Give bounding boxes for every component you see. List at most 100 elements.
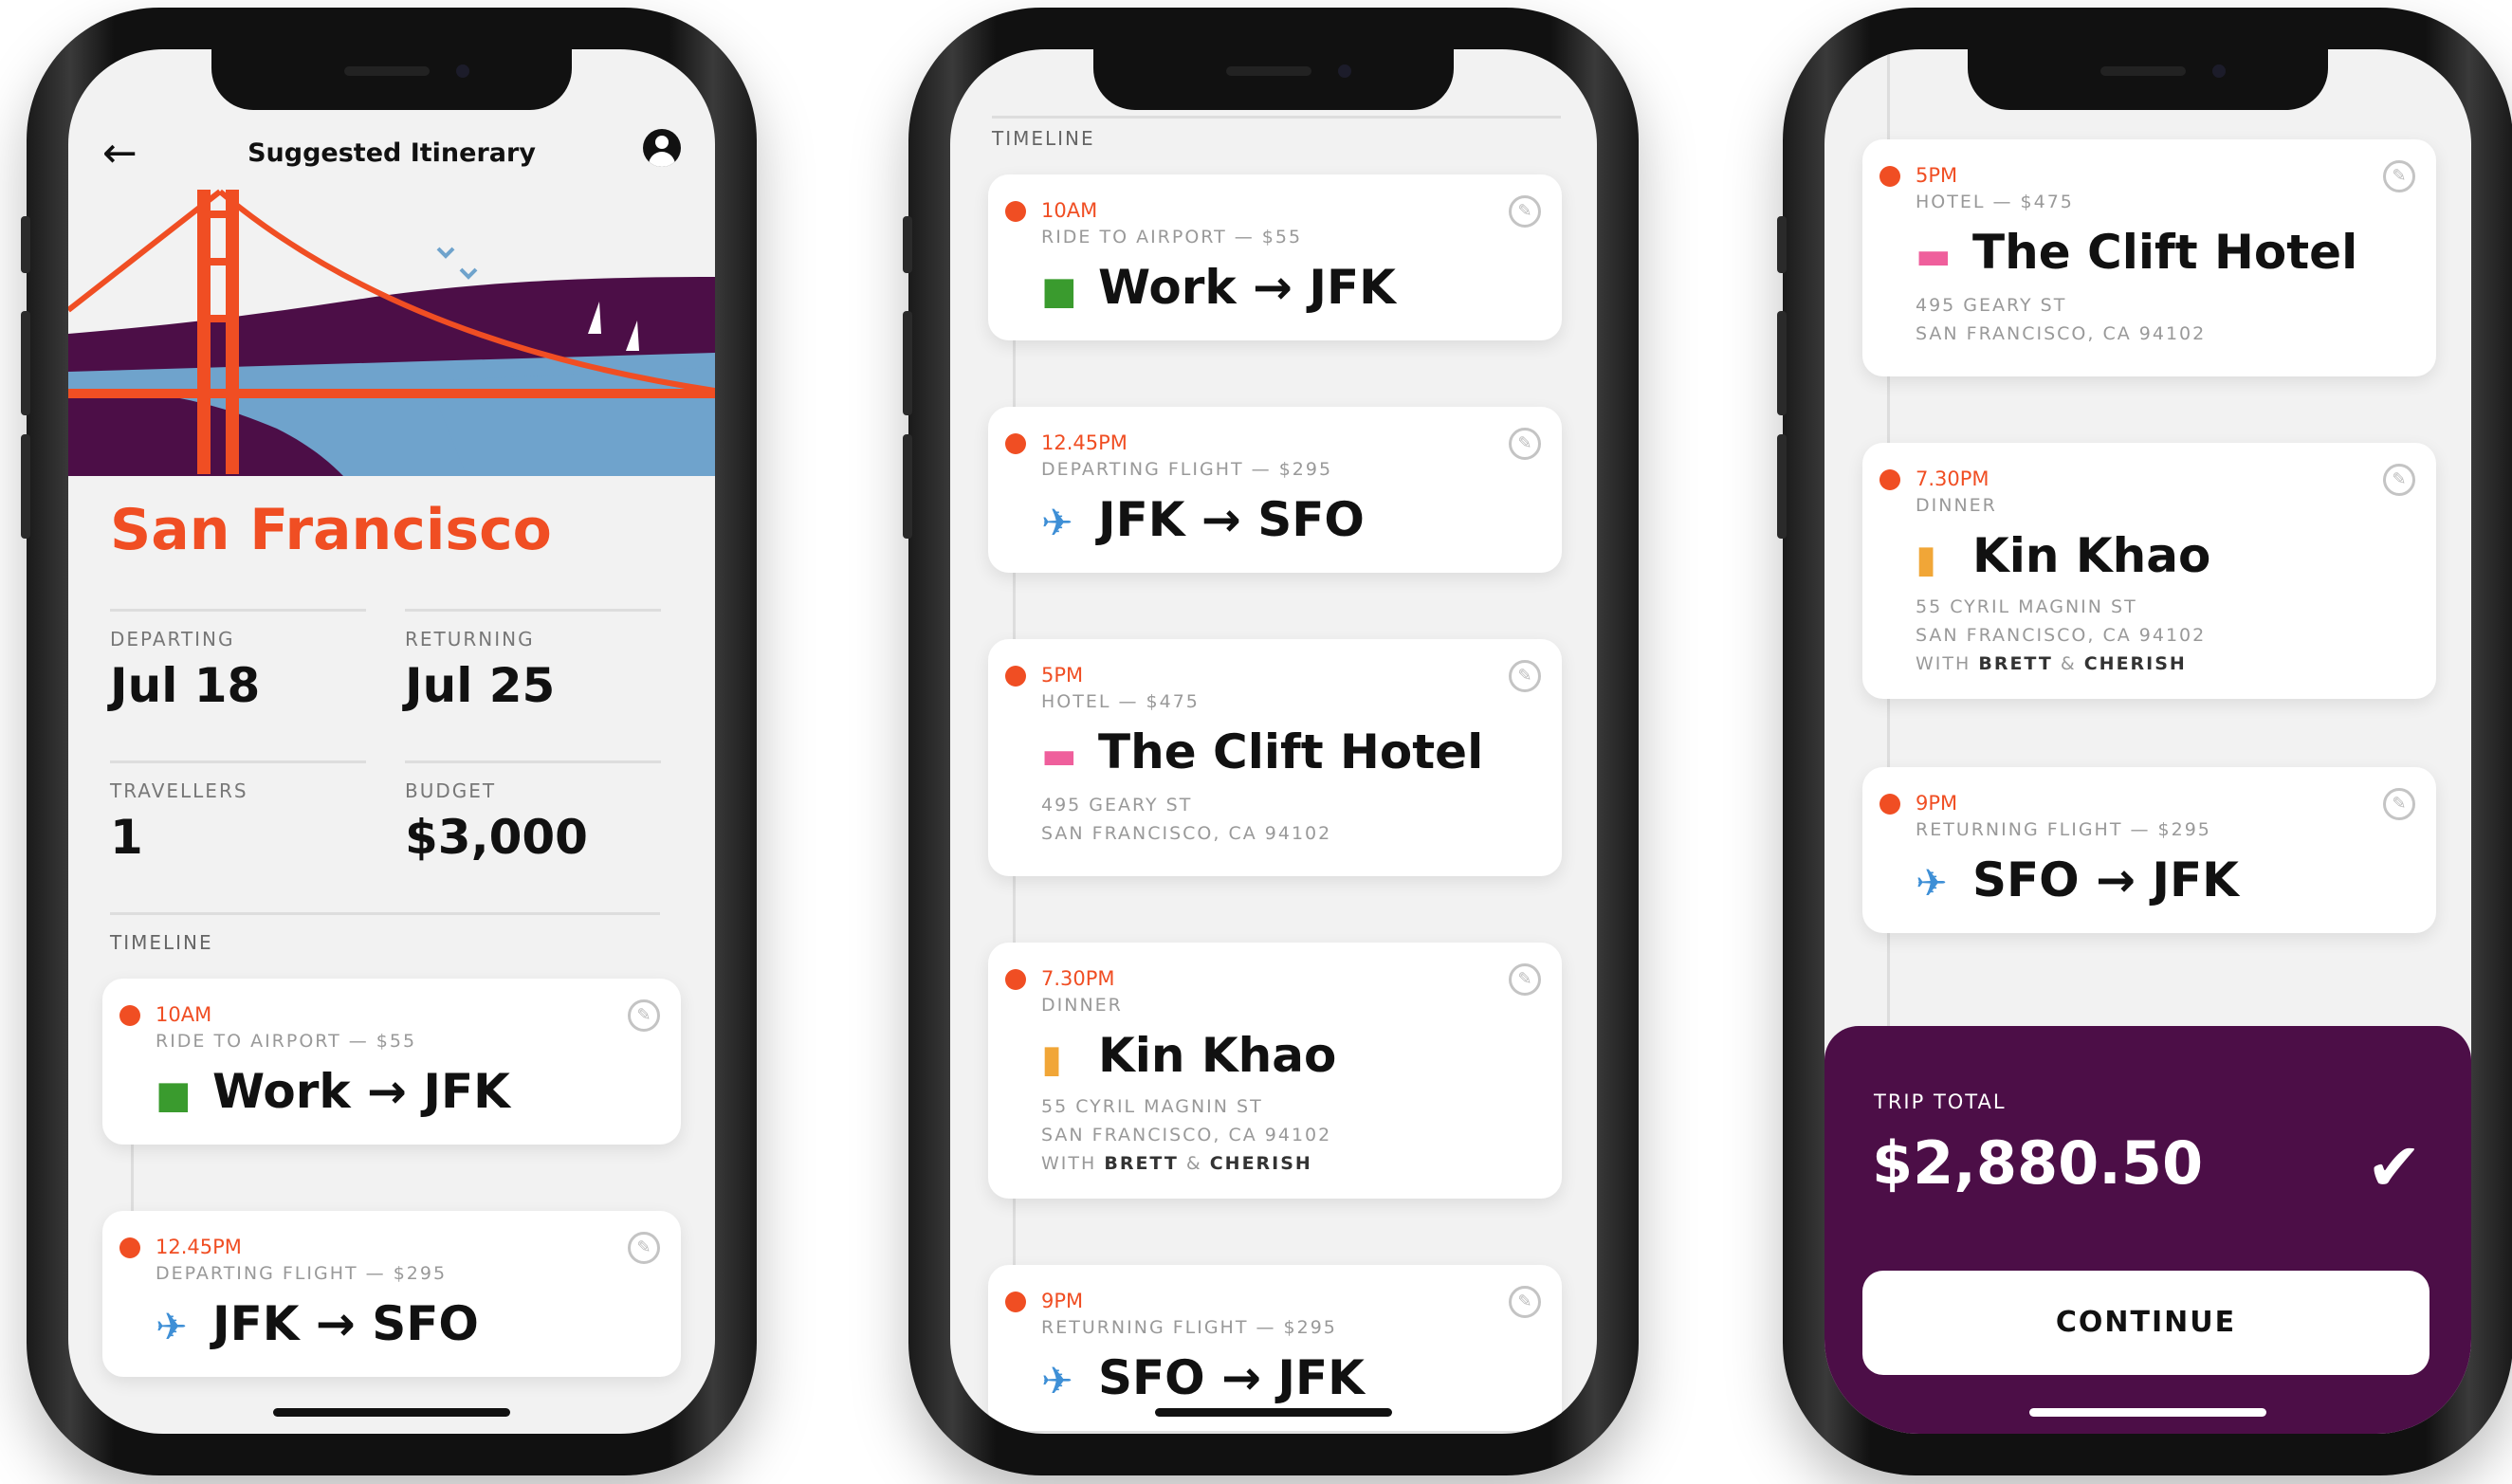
phone-2: TIMELINE 10AM RIDE TO AIRPORT — $55 ✎ ■ W… [903,8,1639,1475]
card-time: 12.45PM [1041,431,1128,454]
card-place: ▮ Kin Khao [1041,1028,1336,1083]
route-from: SFO [1098,1350,1205,1405]
departing-value[interactable]: Jul 18 [110,658,260,713]
departing-label: DEPARTING [110,628,235,650]
card-time: 7.30PM [1041,967,1115,990]
card-address: 55 CYRIL MAGNIN ST SAN FRANCISCO, CA 941… [1916,593,2206,678]
returning-value[interactable]: Jul 25 [405,658,555,713]
address-line-2: SAN FRANCISCO, CA 94102 [1916,625,2207,646]
timeline-card-dinner[interactable]: 7.30PM DINNER ✎ ▮ Kin Khao 55 CYRIL MAGNI… [988,943,1562,1199]
route-from: Work [212,1064,351,1119]
edit-icon[interactable]: ✎ [2383,464,2415,496]
divider [110,912,660,915]
timeline-card-dinner[interactable]: 7.30PM DINNER ✎ ▮ Kin Khao 55 CYRIL MAGNI… [1862,443,2436,699]
travellers-value[interactable]: 1 [110,810,143,865]
timeline-dot [1005,1292,1026,1312]
edit-icon[interactable]: ✎ [1509,195,1541,228]
divider [110,760,366,763]
card-route: ✈ SFO → JFK [1916,852,2239,907]
mute-switch [21,216,30,273]
user-circle-icon[interactable] [643,129,681,167]
route-to: SFO [1257,492,1365,547]
edit-icon[interactable]: ✎ [2383,788,2415,820]
edit-icon[interactable]: ✎ [1509,963,1541,996]
phone-3: 5PM HOTEL — $475 ✎ ▬ The Clift Hotel 495 … [1777,8,2512,1475]
bed-icon: ▬ [1041,734,1077,778]
home-indicator[interactable] [1155,1408,1392,1417]
card-route: ✈ JFK → SFO [1041,492,1365,547]
screen-2: TIMELINE 10AM RIDE TO AIRPORT — $55 ✎ ■ W… [950,49,1597,1434]
edit-icon[interactable]: ✎ [628,1232,660,1264]
card-route: ■ Work → JFK [156,1064,510,1119]
card-time: 7.30PM [1916,467,1989,490]
card-time: 9PM [1916,792,1958,815]
divider [110,609,366,612]
card-address: 55 CYRIL MAGNIN ST SAN FRANCISCO, CA 941… [1041,1092,1331,1178]
route-to: JFK [1277,1350,1365,1405]
card-meta: RETURNING FLIGHT — $295 [1916,819,2211,840]
trip-total-value: $2,880.50 [1872,1128,2204,1198]
notch [1093,49,1454,110]
checkmark-icon: ✔ [2366,1128,2422,1206]
page-title: Suggested Itinerary [248,138,536,168]
continue-button[interactable]: CONTINUE [1862,1271,2429,1375]
volume-down-button [21,434,30,539]
card-route: ■ Work → JFK [1041,260,1396,315]
address-line-2: SAN FRANCISCO, CA 94102 [1041,823,1332,844]
home-indicator[interactable] [2029,1408,2266,1417]
trip-total-panel: TRIP TOTAL $2,880.50 ✔ CONTINUE [1824,1026,2471,1434]
card-place: ▮ Kin Khao [1916,528,2210,583]
home-indicator[interactable] [273,1408,510,1417]
place-name: The Clift Hotel [1972,225,2358,280]
card-address: 495 GEARY ST SAN FRANCISCO, CA 94102 [1041,791,1331,848]
divider [405,609,661,612]
screen-3: 5PM HOTEL — $475 ✎ ▬ The Clift Hotel 495 … [1824,49,2471,1434]
phone-1: ← Suggested Itinerary San Francisco DEPA… [21,8,757,1475]
volume-up-button [21,311,30,415]
timeline-dot [1879,794,1900,815]
edit-icon[interactable]: ✎ [2383,160,2415,192]
car-icon: ■ [1041,269,1077,313]
card-meta: DEPARTING FLIGHT — $295 [1041,459,1333,480]
edit-icon[interactable]: ✎ [1509,660,1541,692]
timeline-card-return-flight[interactable]: 9PM RETURNING FLIGHT — $295 ✎ ✈ SFO → JFK [988,1265,1562,1431]
card-meta: HOTEL — $475 [1041,691,1200,712]
timeline-card-ride[interactable]: 10AM RIDE TO AIRPORT — $55 ✎ ■ Work → JFK [988,174,1562,340]
companions: WITH BRETT & CHERISH [1041,1153,1312,1174]
budget-value[interactable]: $3,000 [405,810,588,865]
address-line-2: SAN FRANCISCO, CA 94102 [1916,323,2207,344]
edit-icon[interactable]: ✎ [1509,1286,1541,1318]
volume-down-button [1777,434,1787,539]
notch [211,49,572,110]
divider [992,116,1561,119]
place-name: Kin Khao [1972,528,2211,583]
timeline-card-hotel[interactable]: 5PM HOTEL — $475 ✎ ▬ The Clift Hotel 495 … [1862,139,2436,376]
card-time: 9PM [1041,1290,1084,1312]
timeline-dot [1005,433,1026,454]
timeline-card-ride[interactable]: 10AM RIDE TO AIRPORT — $55 ✎ ■ Work → JFK [102,979,681,1145]
route-to: JFK [1309,260,1396,315]
screen-1: ← Suggested Itinerary San Francisco DEPA… [68,49,715,1434]
divider [405,760,661,763]
card-time: 5PM [1916,164,1958,187]
timeline-card-hotel[interactable]: 5PM HOTEL — $475 ✎ ▬ The Clift Hotel 495 … [988,639,1562,876]
trip-total-label: TRIP TOTAL [1874,1090,2007,1113]
edit-icon[interactable]: ✎ [1509,428,1541,460]
budget-label: BUDGET [405,779,497,802]
card-route: ✈ JFK → SFO [156,1296,479,1351]
timeline-card-flight[interactable]: 12.45PM DEPARTING FLIGHT — $295 ✎ ✈ JFK →… [988,407,1562,573]
route-from: JFK [212,1296,300,1351]
card-meta: RETURNING FLIGHT — $295 [1041,1317,1337,1338]
timeline-dot [1005,666,1026,687]
notch [1968,49,2328,110]
timeline-card-return-flight[interactable]: 9PM RETURNING FLIGHT — $295 ✎ ✈ SFO → JFK [1862,767,2436,933]
route-to: JFK [423,1064,510,1119]
card-address: 495 GEARY ST SAN FRANCISCO, CA 94102 [1916,291,2206,348]
address-line-1: 55 CYRIL MAGNIN ST [1916,596,2137,617]
utensils-icon: ▮ [1041,1037,1063,1081]
edit-icon[interactable]: ✎ [628,999,660,1032]
address-line-1: 55 CYRIL MAGNIN ST [1041,1096,1263,1117]
card-time: 12.45PM [156,1236,242,1258]
timeline-card-flight[interactable]: 12.45PM DEPARTING FLIGHT — $295 ✎ ✈ JFK →… [102,1211,681,1377]
card-meta: DINNER [1916,495,1997,516]
